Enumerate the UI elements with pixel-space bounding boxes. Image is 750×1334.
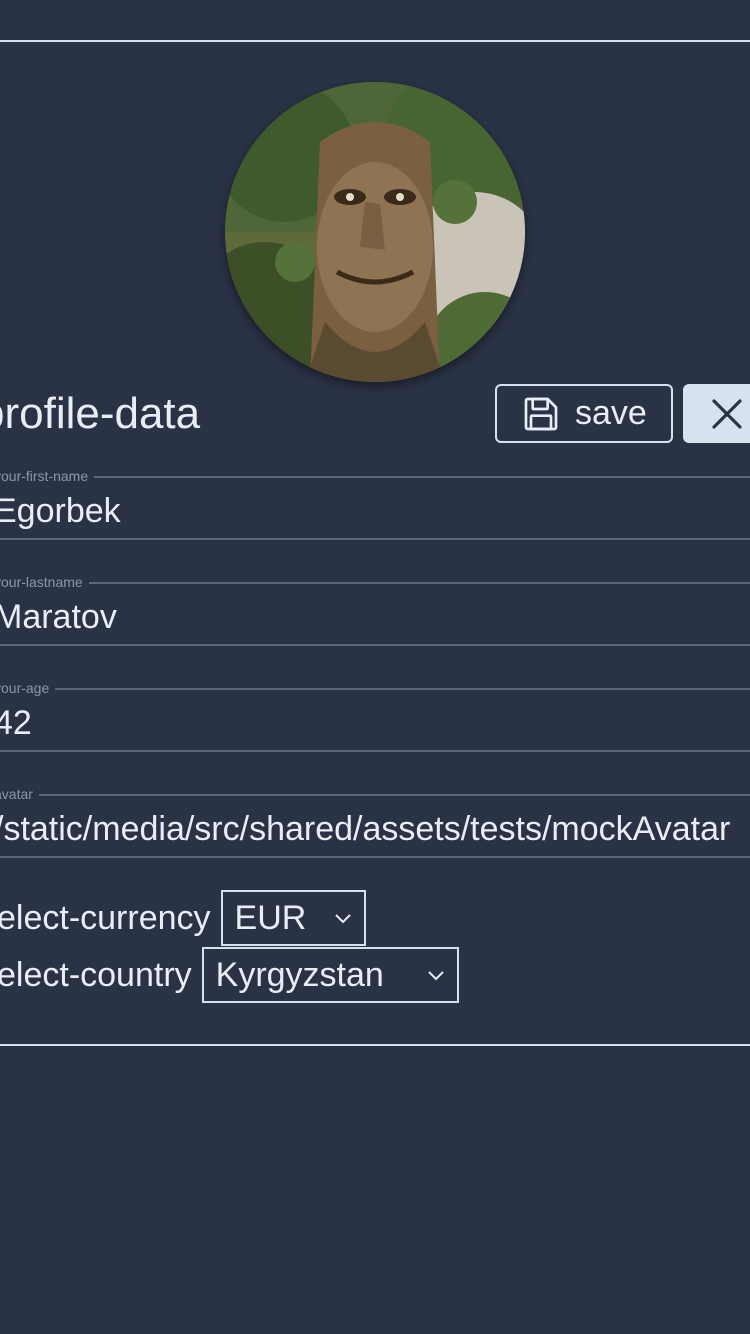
age-label: your-age (0, 680, 56, 696)
country-select-row: select-country Kyrgyzstan (0, 947, 459, 1003)
first-name-field[interactable]: your-first-name Egorbek (0, 468, 750, 540)
chevron-down-icon (427, 971, 444, 981)
avatar-image (225, 82, 525, 382)
avatar-input[interactable]: /static/media/src/shared/assets/tests/mo… (0, 810, 730, 848)
country-select[interactable]: Kyrgyzstan (201, 947, 459, 1003)
currency-select[interactable]: EUR (220, 890, 366, 946)
save-button[interactable]: save (495, 384, 673, 443)
avatar-field[interactable]: avatar /static/media/src/shared/assets/t… (0, 786, 750, 858)
chevron-down-icon (334, 914, 351, 924)
save-button-label: save (575, 394, 647, 432)
last-name-input[interactable]: Maratov (0, 598, 117, 636)
country-select-value: Kyrgyzstan (215, 955, 384, 994)
cancel-button[interactable] (683, 384, 750, 443)
save-icon (524, 397, 558, 430)
close-icon (712, 399, 742, 429)
page-title: profile-data (0, 389, 201, 438)
age-field[interactable]: your-age 42 (0, 680, 750, 752)
currency-select-row: select-currency EUR (0, 890, 366, 946)
country-select-label: select-country (0, 955, 192, 994)
top-divider (0, 40, 750, 42)
currency-select-label: select-currency (0, 898, 211, 937)
currency-select-value: EUR (234, 898, 307, 937)
last-name-label: your-lastname (0, 574, 89, 590)
avatar-label: avatar (0, 786, 39, 802)
last-name-field[interactable]: your-lastname Maratov (0, 574, 750, 646)
bottom-divider (0, 1044, 750, 1046)
first-name-label: your-first-name (0, 468, 95, 484)
age-input[interactable]: 42 (0, 704, 32, 742)
first-name-input[interactable]: Egorbek (0, 492, 121, 530)
